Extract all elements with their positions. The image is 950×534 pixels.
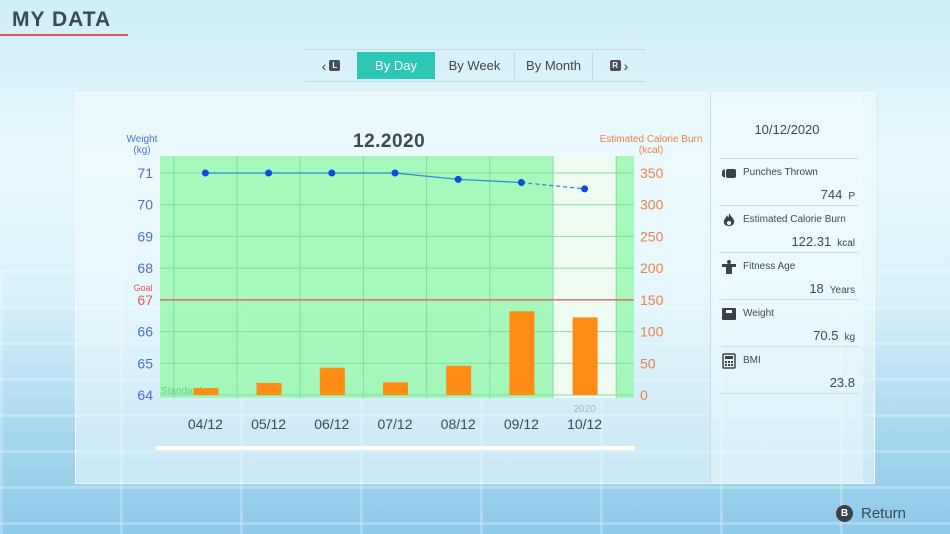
left-axis-tick: 64: [137, 387, 153, 403]
goal-label: Goal: [133, 283, 152, 293]
weight-point: [581, 185, 589, 193]
left-axis-tick: 69: [137, 228, 153, 244]
stat-weight: Weight 70.5 kg: [719, 299, 859, 346]
left-axis-tick: 70: [137, 197, 153, 213]
stat-label: Fitness Age: [743, 261, 796, 272]
selected-year-label: 2020: [573, 404, 596, 415]
b-button-icon: B: [836, 505, 853, 522]
stat-punches-thrown: Punches Thrown 744 P: [719, 158, 859, 205]
stat-number: 122.31: [791, 234, 832, 249]
stat-unit: kg: [844, 332, 855, 343]
x-axis-tick: 06/12: [314, 416, 349, 432]
calorie-bar: [256, 382, 282, 395]
left-axis-tick: 67: [137, 292, 153, 308]
left-axis-tick: 66: [137, 324, 153, 340]
stat-fitness-age: Fitness Age 18 Years: [719, 252, 859, 299]
punch-icon: [721, 165, 737, 181]
calorie-bar: [509, 311, 535, 395]
fitness-icon: [721, 259, 737, 275]
weight-point: [328, 169, 336, 177]
stat-number: 23.8: [829, 375, 855, 390]
scale-icon: [721, 306, 737, 322]
left-axis-tick: 71: [137, 165, 153, 181]
return-label: Return: [861, 505, 907, 522]
stat-label: BMI: [743, 355, 761, 366]
stat-value: 744 P: [821, 187, 855, 202]
right-axis-tick: 350: [640, 165, 664, 181]
stat-value: 122.31 kcal: [791, 234, 855, 249]
stat-label: Weight: [743, 308, 774, 319]
calorie-bar: [383, 382, 408, 395]
stat-estimated-calorie-burn: Estimated Calorie Burn 122.31 kcal: [719, 205, 859, 252]
weight-point: [517, 179, 525, 187]
calculator-icon: [721, 353, 737, 369]
calorie-bar: [572, 317, 598, 395]
calorie-bar: [446, 365, 472, 395]
weight-point: [454, 175, 462, 183]
right-axis-tick: 300: [640, 197, 664, 213]
left-axis-tick: 68: [137, 260, 153, 276]
x-axis-tick: 08/12: [441, 416, 476, 432]
chart-scrollbar[interactable]: [155, 446, 635, 450]
stat-label: Estimated Calorie Burn: [743, 214, 846, 225]
x-axis-tick: 04/12: [188, 416, 223, 432]
left-axis-tick: 65: [137, 355, 153, 371]
stat-unit: P: [848, 191, 855, 202]
stat-value: 23.8: [830, 375, 855, 390]
stat-value: 70.5 kg: [813, 328, 855, 343]
weight-point: [265, 169, 273, 177]
x-axis-tick: 07/12: [377, 416, 412, 432]
stat-divider: [719, 393, 859, 394]
stat-number: 18: [809, 281, 824, 296]
x-axis-tick: 05/12: [251, 416, 286, 432]
right-axis-tick: 0: [640, 387, 648, 403]
calorie-bar: [193, 388, 219, 395]
stat-label: Punches Thrown: [743, 167, 818, 178]
right-axis-tick: 250: [640, 228, 664, 244]
stat-unit: Years: [829, 285, 855, 296]
return-button[interactable]: B Return: [836, 505, 906, 522]
stat-value: 18 Years: [809, 281, 855, 296]
weight-point: [391, 169, 399, 177]
right-axis-tick: 150: [640, 292, 664, 308]
x-axis-tick: 10/12: [567, 416, 602, 432]
weight-point: [201, 169, 209, 177]
stat-number: 744: [820, 187, 843, 202]
calorie-bar: [319, 367, 345, 395]
right-axis-tick: 100: [640, 324, 664, 340]
selected-date: 10/12/2020: [754, 122, 820, 137]
x-axis-tick: 09/12: [504, 416, 539, 432]
right-axis-tick: 200: [640, 260, 664, 276]
day-detail-sidebar: 10/12/2020 Punches Thrown 744 P Estimated C…: [710, 92, 863, 484]
stat-number: 70.5: [813, 328, 839, 343]
stat-unit: kcal: [837, 238, 855, 249]
flame-icon: [721, 212, 737, 228]
stat-bmi: BMI 23.8: [719, 346, 859, 393]
right-axis-tick: 50: [640, 355, 656, 371]
